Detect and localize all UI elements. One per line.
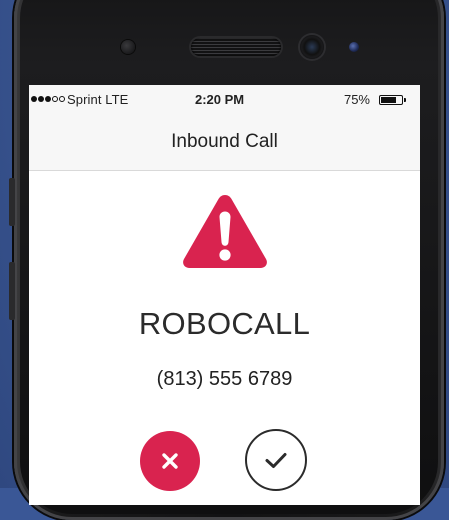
battery-percent: 75% xyxy=(343,92,370,107)
signal-dot xyxy=(31,96,37,102)
battery-tip xyxy=(404,98,406,102)
signal-dot xyxy=(59,96,65,102)
battery-icon xyxy=(379,95,403,105)
signal-strength-icon xyxy=(31,96,65,102)
page-title: Inbound Call xyxy=(171,131,278,152)
signal-dot xyxy=(45,96,51,102)
proximity-sensor xyxy=(121,40,135,54)
status-bar: Sprint LTE 2:20 PM 75% xyxy=(29,85,420,117)
carrier-label: Sprint LTE xyxy=(67,92,129,107)
nav-bar: Inbound Call xyxy=(29,117,420,171)
close-icon xyxy=(162,453,178,469)
battery-fill xyxy=(381,97,396,103)
volume-up-button xyxy=(9,178,15,226)
caller-label: ROBOCALL xyxy=(138,306,311,341)
caller-number: (813) 555 6789 xyxy=(156,368,293,390)
status-time: 2:20 PM xyxy=(195,92,245,107)
iris-sensor xyxy=(349,42,359,52)
signal-dot xyxy=(52,96,58,102)
accept-call-button[interactable] xyxy=(245,429,307,491)
front-camera-icon xyxy=(300,35,324,59)
earpiece-speaker xyxy=(191,38,281,56)
signal-dot xyxy=(38,96,44,102)
phone-screen: Sprint LTE 2:20 PM 75% Inbound Call ROBO… xyxy=(29,85,420,505)
checkmark-icon xyxy=(265,453,287,468)
decline-call-button[interactable] xyxy=(140,431,200,491)
volume-down-button xyxy=(9,262,15,320)
warning-triangle-icon xyxy=(183,195,267,268)
